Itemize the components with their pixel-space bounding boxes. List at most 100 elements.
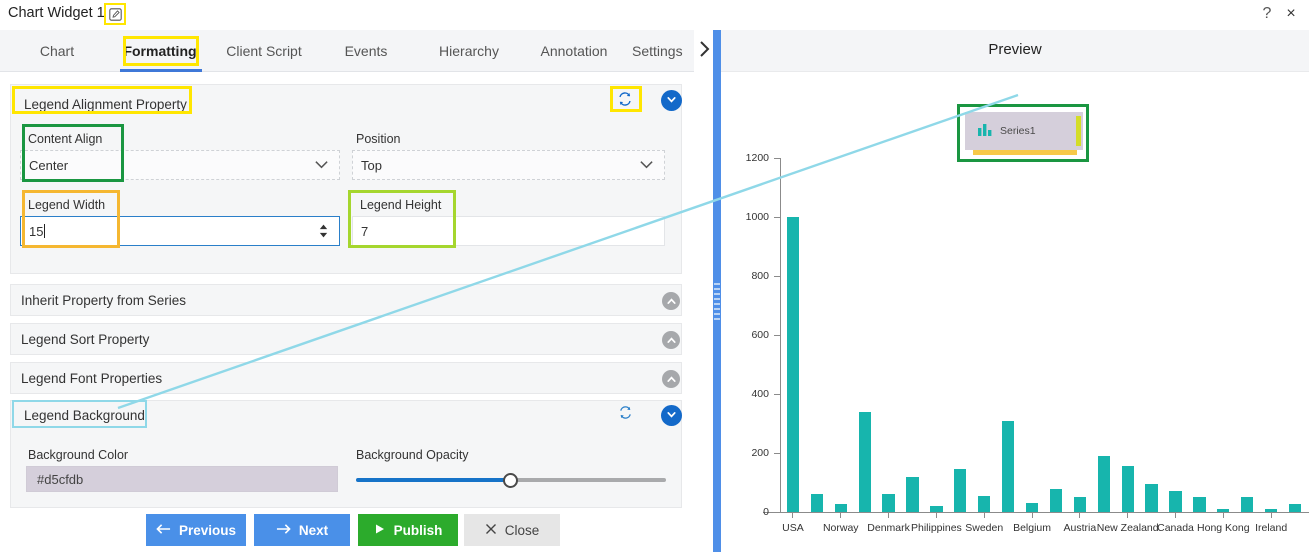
content-align-select[interactable]: Center	[20, 150, 340, 180]
close-icon[interactable]: ×	[1281, 4, 1301, 24]
tab-annotation[interactable]: Annotation	[524, 30, 624, 72]
bar[interactable]	[1025, 503, 1039, 512]
bar[interactable]	[1193, 496, 1206, 512]
bar[interactable]	[1073, 496, 1086, 512]
close-button[interactable]: Close	[464, 514, 560, 546]
formatting-panel: Legend Alignment Property Content Align	[0, 72, 716, 552]
position-value: Top	[361, 157, 382, 173]
background-opacity-label: Background Opacity	[356, 448, 469, 462]
section-label: Inherit Property from Series	[21, 292, 187, 308]
x-icon	[485, 523, 497, 538]
tab-formatting[interactable]: Formatting	[110, 30, 210, 72]
refresh-icon	[617, 91, 633, 112]
x-tick	[840, 512, 842, 518]
x-tick	[1031, 512, 1033, 518]
bar[interactable]	[1049, 489, 1063, 512]
chevron-up-icon[interactable]	[662, 292, 680, 310]
y-tick-label: 400	[751, 388, 769, 400]
legend-width-marker	[1076, 116, 1081, 146]
bar[interactable]	[1169, 491, 1182, 512]
bar[interactable]	[834, 504, 847, 512]
section-inherit-property-from-series[interactable]: Inherit Property from Series	[10, 284, 682, 316]
legend-height-label: Legend Height	[360, 198, 442, 212]
bar[interactable]	[954, 469, 967, 512]
bar[interactable]	[882, 493, 895, 512]
play-icon	[374, 523, 386, 538]
chevron-up-icon[interactable]	[662, 370, 680, 388]
splitter-grip[interactable]	[714, 283, 720, 327]
bar[interactable]	[1241, 497, 1254, 513]
bar[interactable]	[786, 217, 800, 512]
previous-button[interactable]: Previous	[146, 514, 246, 546]
chevron-down-icon	[666, 407, 677, 425]
help-icon[interactable]: ?	[1257, 4, 1277, 24]
bar[interactable]	[858, 411, 871, 512]
bar-chart-icon	[977, 122, 993, 141]
legend-alignment-reset-button[interactable]	[614, 90, 636, 112]
bar[interactable]	[1001, 420, 1015, 513]
next-label: Next	[298, 522, 329, 538]
bar[interactable]	[906, 477, 919, 512]
bar[interactable]	[1145, 484, 1158, 512]
text-cursor	[44, 224, 46, 238]
chevron-down-icon	[314, 158, 329, 173]
legend-height-input[interactable]: 7	[352, 216, 665, 246]
bar[interactable]	[810, 494, 823, 512]
publish-button[interactable]: Publish	[358, 514, 458, 546]
chart-widget-dialog: Chart Widget 1 ? × Chart Formatting Clie…	[0, 0, 1309, 552]
next-button[interactable]: Next	[254, 514, 350, 546]
pencil-square-icon	[108, 7, 122, 21]
tab-hierarchy[interactable]: Hierarchy	[420, 30, 518, 72]
chevron-up-icon[interactable]	[662, 331, 680, 349]
x-tick	[1127, 512, 1129, 518]
background-color-input[interactable]: #d5cfdb	[26, 466, 338, 492]
title-bar: Chart Widget 1 ? ×	[0, 0, 1309, 30]
y-tick	[774, 276, 780, 277]
background-opacity-slider[interactable]	[356, 466, 666, 492]
tab-client-script[interactable]: Client Script	[212, 30, 316, 72]
y-axis-line	[780, 158, 781, 512]
legend-alignment-header: Legend Alignment Property	[24, 97, 187, 112]
x-tick	[792, 512, 794, 518]
bar[interactable]	[1097, 455, 1110, 512]
chart-canvas: Series1 1200 1000 800 600 400 200 0 USA …	[721, 72, 1309, 552]
page-title: Chart Widget 1	[8, 5, 105, 21]
previous-label: Previous	[178, 522, 237, 538]
background-color-label: Background Color	[28, 448, 129, 462]
y-tick-label: 800	[751, 270, 769, 282]
quantity-stepper[interactable]	[318, 224, 329, 239]
edit-title-button[interactable]	[104, 3, 126, 25]
legend-background-reset-button[interactable]	[615, 405, 635, 425]
chart-legend[interactable]: Series1	[965, 112, 1083, 150]
bar[interactable]	[1288, 503, 1302, 512]
section-legend-font-properties[interactable]: Legend Font Properties	[10, 362, 682, 394]
legend-height-marker	[973, 150, 1077, 155]
footer-toolbar: Previous Next Publish Close	[0, 508, 716, 552]
chevron-down-icon	[666, 92, 677, 110]
x-tick	[1175, 512, 1176, 518]
chevron-down-icon	[639, 158, 654, 173]
bar[interactable]	[1121, 466, 1134, 512]
bar[interactable]	[978, 495, 991, 512]
legend-alignment-collapse-button[interactable]	[661, 90, 682, 111]
section-legend-sort-property[interactable]: Legend Sort Property	[10, 323, 682, 355]
arrow-left-icon	[156, 523, 171, 538]
x-tick	[888, 512, 890, 518]
tab-events[interactable]: Events	[324, 30, 408, 72]
y-tick	[774, 217, 780, 218]
y-tick-label: 600	[751, 329, 769, 341]
y-tick	[774, 512, 780, 513]
content-align-label: Content Align	[28, 132, 103, 146]
x-tick	[935, 512, 937, 518]
legend-entry-label: Series1	[1000, 125, 1036, 137]
slider-thumb[interactable]	[503, 473, 518, 488]
legend-width-input[interactable]: 15	[20, 216, 340, 246]
tab-chart[interactable]: Chart	[16, 30, 98, 72]
legend-width-value: 15	[29, 223, 44, 239]
section-label: Legend Sort Property	[21, 331, 150, 347]
close-label: Close	[504, 522, 540, 538]
position-select[interactable]: Top	[352, 150, 665, 180]
x-axis-line	[763, 512, 1309, 513]
legend-background-collapse-button[interactable]	[661, 405, 682, 426]
y-tick	[774, 158, 780, 159]
